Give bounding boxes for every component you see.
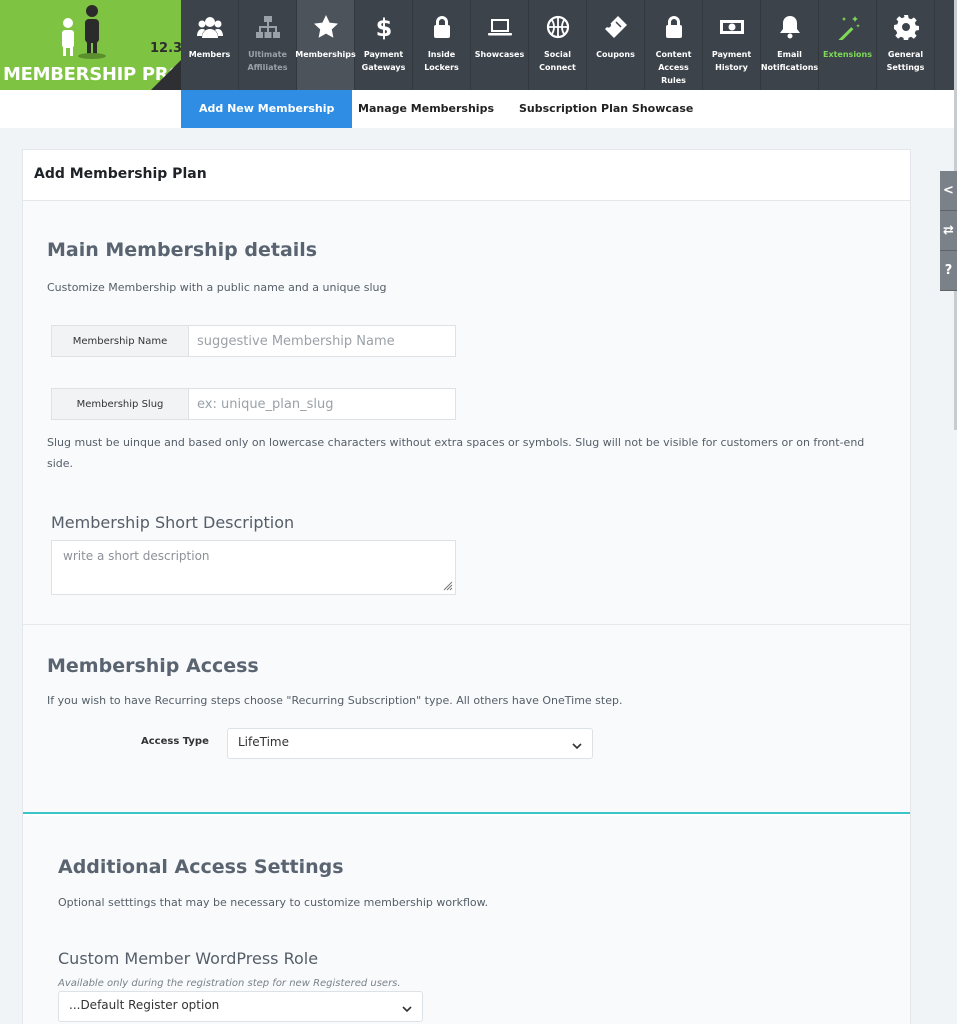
star-icon <box>311 12 341 42</box>
nav-label: Email Notifications <box>760 50 819 72</box>
card-title: Add Membership Plan <box>23 150 910 201</box>
custom-role-heading: Custom Member WordPress Role <box>58 949 319 968</box>
nav-memberships[interactable]: Memberships <box>295 0 356 90</box>
membership-access-description: If you wish to have Recurring steps choo… <box>47 694 623 707</box>
sitemap-icon <box>253 12 283 42</box>
tab-manage-memberships[interactable]: Manage Memberships <box>358 90 494 128</box>
sub-navigation: Add New Membership Manage Memberships Su… <box>0 90 957 128</box>
main-details-description: Customize Membership with a public name … <box>47 281 387 294</box>
nav-payment-gateways[interactable]: $ Payment Gateways <box>355 0 413 90</box>
slug-note: Slug must be uinque and based only on lo… <box>47 436 865 470</box>
additional-access-description: Optional setttings that may be necessary… <box>58 896 489 909</box>
nav-members[interactable]: Members <box>181 0 239 90</box>
nav-inside-lockers[interactable]: Inside Lockers <box>413 0 471 90</box>
nav-social-connect[interactable]: Social Connect <box>529 0 587 90</box>
membership-access-heading: Membership Access <box>47 655 259 677</box>
money-bill-icon <box>717 12 747 42</box>
lock-icon <box>427 12 457 42</box>
laptop-icon <box>485 12 515 42</box>
nav-label: Members <box>188 50 231 59</box>
nav-label: Payment History <box>711 50 752 72</box>
nav-showcases[interactable]: Showcases <box>471 0 529 90</box>
lock-icon <box>659 12 689 42</box>
tab-add-new-membership[interactable]: Add New Membership <box>181 90 353 128</box>
nav-label: Memberships <box>295 50 356 59</box>
additional-access-section: Additional Access Settings Optional sett… <box>23 816 910 1024</box>
side-tab-switch[interactable]: ⇄ <box>940 211 957 251</box>
resize-grip-icon[interactable] <box>443 581 453 591</box>
nav-general-settings[interactable]: General Settings <box>877 0 935 90</box>
nav-label: Content Access Rules <box>655 50 692 85</box>
nav-label: Social Connect <box>539 50 576 72</box>
bell-icon <box>775 12 805 42</box>
side-tab-collapse[interactable]: < <box>940 171 957 211</box>
nav-label: Showcases <box>474 50 525 59</box>
membership-pro-logo[interactable]: 12.3 MEMBERSHIP PRO <box>0 0 181 90</box>
main-details-section: Main Membership details Customize Member… <box>23 201 910 624</box>
membership-slug-label: Membership Slug <box>52 389 189 419</box>
add-membership-card: Add Membership Plan Main Membership deta… <box>22 149 911 1024</box>
nav-label: Inside Lockers <box>424 50 459 72</box>
logo-corner <box>151 60 181 90</box>
membership-slug-input[interactable] <box>189 389 455 419</box>
chevron-down-icon <box>572 743 582 750</box>
main-nav: Members Ultimate Affiliates Memberships … <box>181 0 935 90</box>
version-label: 12.3 <box>150 41 181 56</box>
membership-access-section: Membership Access If you wish to have Re… <box>23 624 910 814</box>
access-type-select[interactable]: LifeTime <box>227 728 593 759</box>
magic-wand-icon <box>833 12 863 42</box>
membership-name-field: Membership Name <box>51 325 456 357</box>
membership-slug-field: Membership Slug <box>51 388 456 420</box>
chevron-down-icon <box>402 1006 412 1013</box>
custom-role-note: Available only during the registration s… <box>58 978 401 989</box>
nav-email-notifications[interactable]: Email Notifications <box>761 0 819 90</box>
members-icon <box>195 12 225 42</box>
basketball-icon <box>543 12 573 42</box>
side-tab-help[interactable]: ? <box>940 251 957 291</box>
nav-content-access-rules[interactable]: Content Access Rules <box>645 0 703 90</box>
dollar-icon: $ <box>369 12 399 42</box>
short-description-heading: Membership Short Description <box>51 513 295 532</box>
nav-label: Extensions <box>822 50 873 59</box>
side-tabs: < ⇄ ? <box>940 171 957 291</box>
custom-role-value: ...Default Register option <box>69 998 220 1012</box>
short-description-textarea[interactable] <box>51 540 456 595</box>
tab-subscription-plan-showcase[interactable]: Subscription Plan Showcase <box>519 90 693 128</box>
main-details-heading: Main Membership details <box>47 239 318 261</box>
access-type-value: LifeTime <box>238 735 289 749</box>
nav-label: Payment Gateways <box>361 50 406 72</box>
ticket-icon <box>601 12 631 42</box>
gear-icon <box>891 12 921 42</box>
custom-role-select[interactable]: ...Default Register option <box>58 991 423 1022</box>
access-type-label: Access Type <box>141 736 209 747</box>
nav-ultimate-affiliates[interactable]: Ultimate Affiliates <box>239 0 297 90</box>
nav-label: Ultimate Affiliates <box>247 50 288 72</box>
top-navigation-bar: 12.3 MEMBERSHIP PRO Members Ultimate Aff… <box>0 0 957 90</box>
membership-name-input[interactable] <box>189 326 455 356</box>
people-logo-icon <box>62 5 106 59</box>
nav-label: Coupons <box>596 50 635 59</box>
nav-coupons[interactable]: Coupons <box>587 0 645 90</box>
additional-access-heading: Additional Access Settings <box>58 856 344 878</box>
nav-extensions[interactable]: Extensions <box>819 0 877 90</box>
membership-name-label: Membership Name <box>52 326 189 356</box>
nav-payment-history[interactable]: Payment History <box>703 0 761 90</box>
svg-text:$: $ <box>375 14 392 40</box>
nav-label: General Settings <box>886 50 925 72</box>
